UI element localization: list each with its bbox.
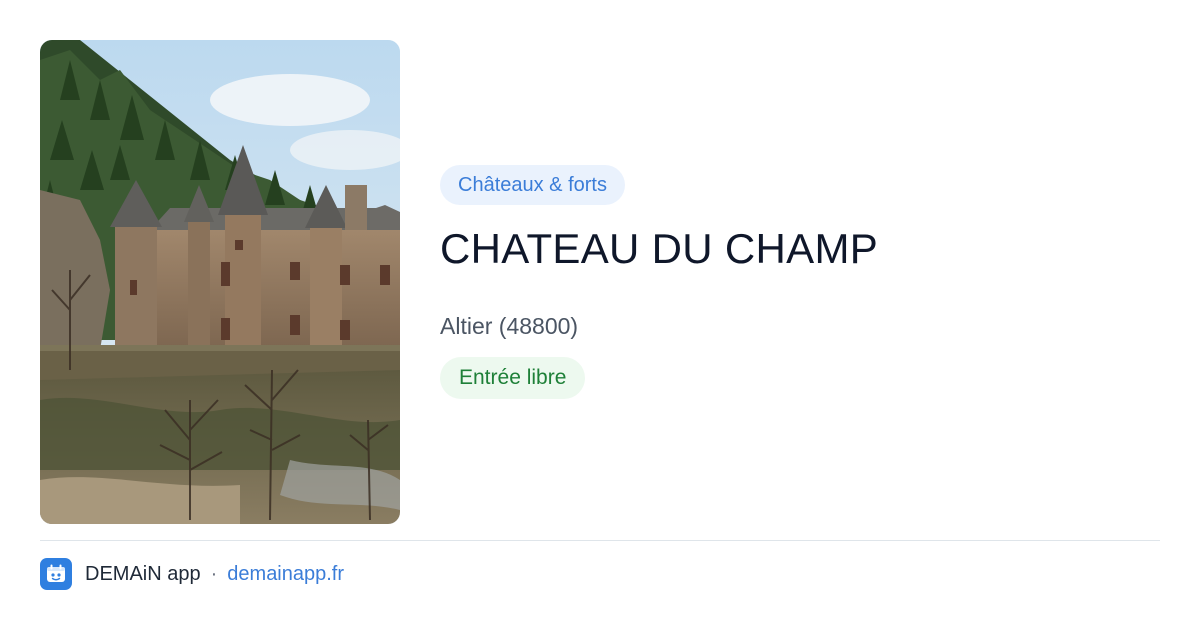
place-card: Châteaux & forts CHATEAU DU CHAMP Altier…	[40, 40, 1160, 524]
separator: ·	[210, 562, 218, 585]
place-title: CHATEAU DU CHAMP	[440, 225, 879, 272]
place-location: Altier (48800)	[440, 313, 579, 339]
divider	[40, 540, 1160, 541]
place-info: Châteaux & forts CHATEAU DU CHAMP Altier…	[440, 165, 1140, 399]
app-url-link[interactable]: demainapp.fr	[227, 563, 344, 586]
app-name: DEMAiN app	[85, 562, 201, 585]
place-photo	[40, 40, 400, 524]
demain-logo-icon	[40, 558, 72, 590]
footer: DEMAiN app · demainapp.fr	[40, 558, 344, 590]
category-badge[interactable]: Châteaux & forts	[440, 165, 625, 205]
access-badge: Entrée libre	[440, 357, 586, 399]
castle-image	[40, 40, 400, 524]
